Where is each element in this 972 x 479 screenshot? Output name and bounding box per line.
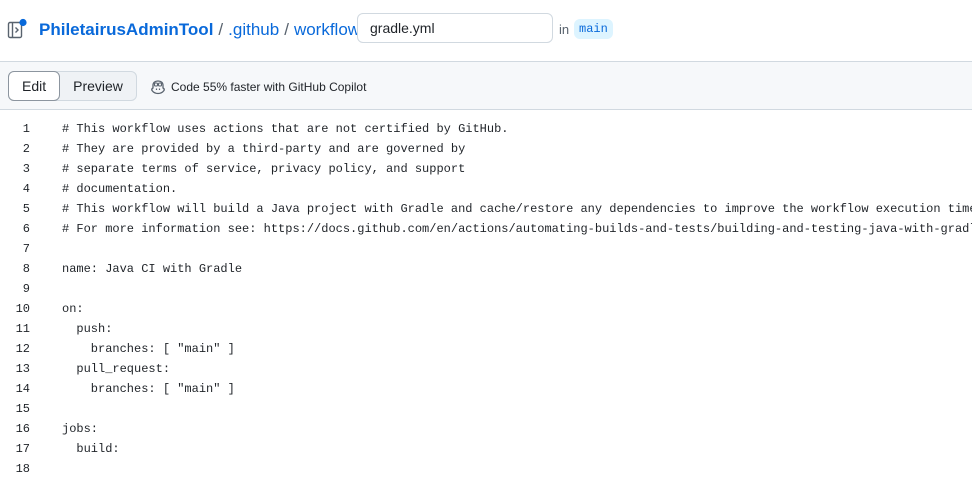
line-text: # They are provided by a third-party and… <box>62 142 466 156</box>
line-number: 15 <box>15 402 30 416</box>
code-line[interactable]: 4 # documentation. <box>0 179 972 199</box>
code-editor[interactable]: 1 # This workflow uses actions that are n… <box>0 119 972 479</box>
line-number: 9 <box>22 282 30 296</box>
line-text: # This workflow uses actions that are no… <box>62 122 509 136</box>
line-text: branches: [ "main" ] <box>62 342 235 356</box>
tab-preview[interactable]: Preview <box>60 72 136 100</box>
line-text: on: <box>62 302 84 316</box>
line-text: jobs: <box>62 422 99 436</box>
line-text: # For more information see: https://docs… <box>62 222 972 236</box>
line-text: build: <box>62 442 120 456</box>
code-line[interactable]: 17 build: <box>0 439 972 459</box>
line-number: 6 <box>22 222 30 236</box>
branch-in-label: in <box>559 22 570 37</box>
breadcrumb-separator: / <box>218 20 224 39</box>
code-line[interactable]: 8 name: Java CI with Gradle <box>0 259 972 279</box>
line-number: 4 <box>22 182 30 196</box>
breadcrumb-github-folder-link[interactable]: .github <box>228 20 279 40</box>
file-tree-toggle-icon[interactable] <box>7 18 29 40</box>
line-text: name: Java CI with Gradle <box>62 262 243 276</box>
code-line[interactable]: 12 branches: [ "main" ] <box>0 339 972 359</box>
line-text: pull_request: <box>62 362 171 376</box>
file-header: PhiletairusAdminTool / .github / workflo… <box>0 0 972 62</box>
copilot-icon <box>151 80 165 95</box>
line-number: 2 <box>22 142 30 156</box>
line-text: branches: [ "main" ] <box>62 382 235 396</box>
line-text: push: <box>62 322 113 336</box>
breadcrumb: PhiletairusAdminTool / .github / workflo… <box>39 20 383 40</box>
line-number: 14 <box>15 382 30 396</box>
code-line[interactable]: 16 jobs: <box>0 419 972 439</box>
line-number: 3 <box>22 162 30 176</box>
code-line[interactable]: 6 # For more information see: https://doc… <box>0 219 972 239</box>
code-line[interactable]: 1 # This workflow uses actions that are n… <box>0 119 972 139</box>
line-number: 17 <box>15 442 30 456</box>
code-line[interactable]: 15 <box>0 399 972 419</box>
breadcrumb-repo-link[interactable]: PhiletairusAdminTool <box>39 20 213 40</box>
line-number: 12 <box>15 342 30 356</box>
line-text: # separate terms of service, privacy pol… <box>62 162 466 176</box>
tab-edit[interactable]: Edit <box>8 71 61 101</box>
line-number: 11 <box>15 322 30 336</box>
line-number: 10 <box>15 302 30 316</box>
code-line[interactable]: 7 <box>0 239 972 259</box>
edit-preview-tabs: Edit Preview <box>8 71 137 101</box>
line-number: 8 <box>22 262 30 276</box>
filename-input[interactable] <box>357 13 553 43</box>
line-text: # documentation. <box>62 182 178 196</box>
line-number: 1 <box>22 122 30 136</box>
code-line[interactable]: 3 # separate terms of service, privacy po… <box>0 159 972 179</box>
code-line[interactable]: 5 # This workflow will build a Java proje… <box>0 199 972 219</box>
line-number: 13 <box>15 362 30 376</box>
editor-toolbar: Edit Preview Code 55% faster with GitHub… <box>0 61 972 110</box>
code-line[interactable]: 14 branches: [ "main" ] <box>0 379 972 399</box>
code-line[interactable]: 13 pull_request: <box>0 359 972 379</box>
line-number: 7 <box>22 242 30 256</box>
code-line[interactable]: 2 # They are provided by a third-party an… <box>0 139 972 159</box>
branch-name-badge: main <box>574 19 613 39</box>
line-number: 5 <box>22 202 30 216</box>
line-number: 16 <box>15 422 30 436</box>
copilot-promo-label: Code 55% faster with GitHub Copilot <box>171 80 367 94</box>
breadcrumb-separator: / <box>284 20 289 39</box>
code-line[interactable]: 9 <box>0 279 972 299</box>
code-line[interactable]: 10 on: <box>0 299 972 319</box>
line-number: 18 <box>15 462 30 476</box>
copilot-promo[interactable]: Code 55% faster with GitHub Copilot <box>150 79 366 95</box>
line-text: # This workflow will build a Java projec… <box>62 202 972 216</box>
code-line[interactable]: 18 <box>0 459 972 479</box>
code-line[interactable]: 11 push: <box>0 319 972 339</box>
